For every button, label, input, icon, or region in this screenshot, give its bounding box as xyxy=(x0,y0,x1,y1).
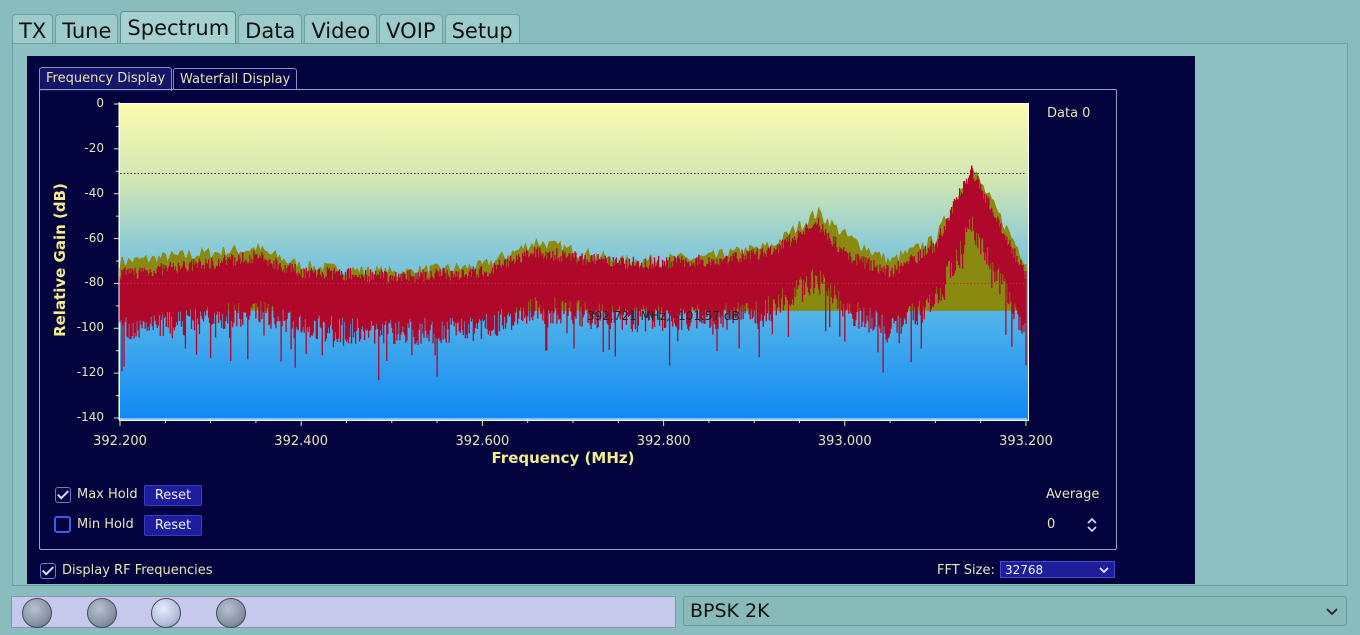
average-label: Average xyxy=(1046,487,1100,502)
status-led-3 xyxy=(151,598,181,628)
max-hold-checkbox[interactable] xyxy=(55,487,71,503)
fft-size-select[interactable]: 32768 xyxy=(1000,561,1115,578)
mode-value: BPSK 2K xyxy=(690,600,770,622)
y-tick-label: -120 xyxy=(76,365,104,380)
mode-select[interactable]: BPSK 2K xyxy=(683,596,1347,626)
legend-entry: Data 0 xyxy=(1047,106,1091,121)
cursor-readout: 392.721 MHz, -101.57 dB xyxy=(587,309,740,323)
x-axis-title: Frequency (MHz) xyxy=(491,449,635,467)
status-led-1 xyxy=(22,598,52,628)
status-led-4 xyxy=(216,598,246,628)
y-tick-label: -20 xyxy=(84,140,104,155)
fft-size-label: FFT Size: xyxy=(937,563,995,578)
display-rf-label: Display RF Frequencies xyxy=(62,563,213,578)
y-tick-label: -140 xyxy=(76,410,104,424)
max-hold-reset-button[interactable]: Reset xyxy=(144,485,202,506)
min-hold-reset-button[interactable]: Reset xyxy=(144,515,202,536)
y-tick-label: -40 xyxy=(84,185,104,200)
spin-arrows-icon[interactable] xyxy=(1086,516,1098,534)
x-tick-label: 392.400 xyxy=(274,434,329,449)
y-tick-label: -100 xyxy=(76,320,104,335)
status-led-2 xyxy=(87,598,117,628)
display-rf-checkbox[interactable] xyxy=(40,563,56,579)
fft-size-value: 32768 xyxy=(1005,563,1044,577)
chevron-down-icon xyxy=(1099,567,1109,574)
y-axis-title: Relative Gain (dB) xyxy=(51,183,69,337)
x-tick-label: 392.800 xyxy=(636,434,691,449)
y-tick-label: -80 xyxy=(84,275,104,290)
min-hold-label: Min Hold xyxy=(77,517,134,532)
x-tick-label: 392.600 xyxy=(455,434,510,449)
max-hold-label: Max Hold xyxy=(77,487,138,502)
y-tick-label: -60 xyxy=(84,230,104,245)
x-tick-label: 393.000 xyxy=(817,434,872,449)
chevron-down-icon xyxy=(1326,597,1338,635)
average-spinbox[interactable]: 0 xyxy=(1047,517,1055,532)
min-hold-checkbox[interactable] xyxy=(54,516,71,533)
y-tick-label: 0 xyxy=(96,96,104,110)
x-tick-label: 393.200 xyxy=(999,434,1053,449)
x-tick-label: 392.200 xyxy=(93,434,147,449)
